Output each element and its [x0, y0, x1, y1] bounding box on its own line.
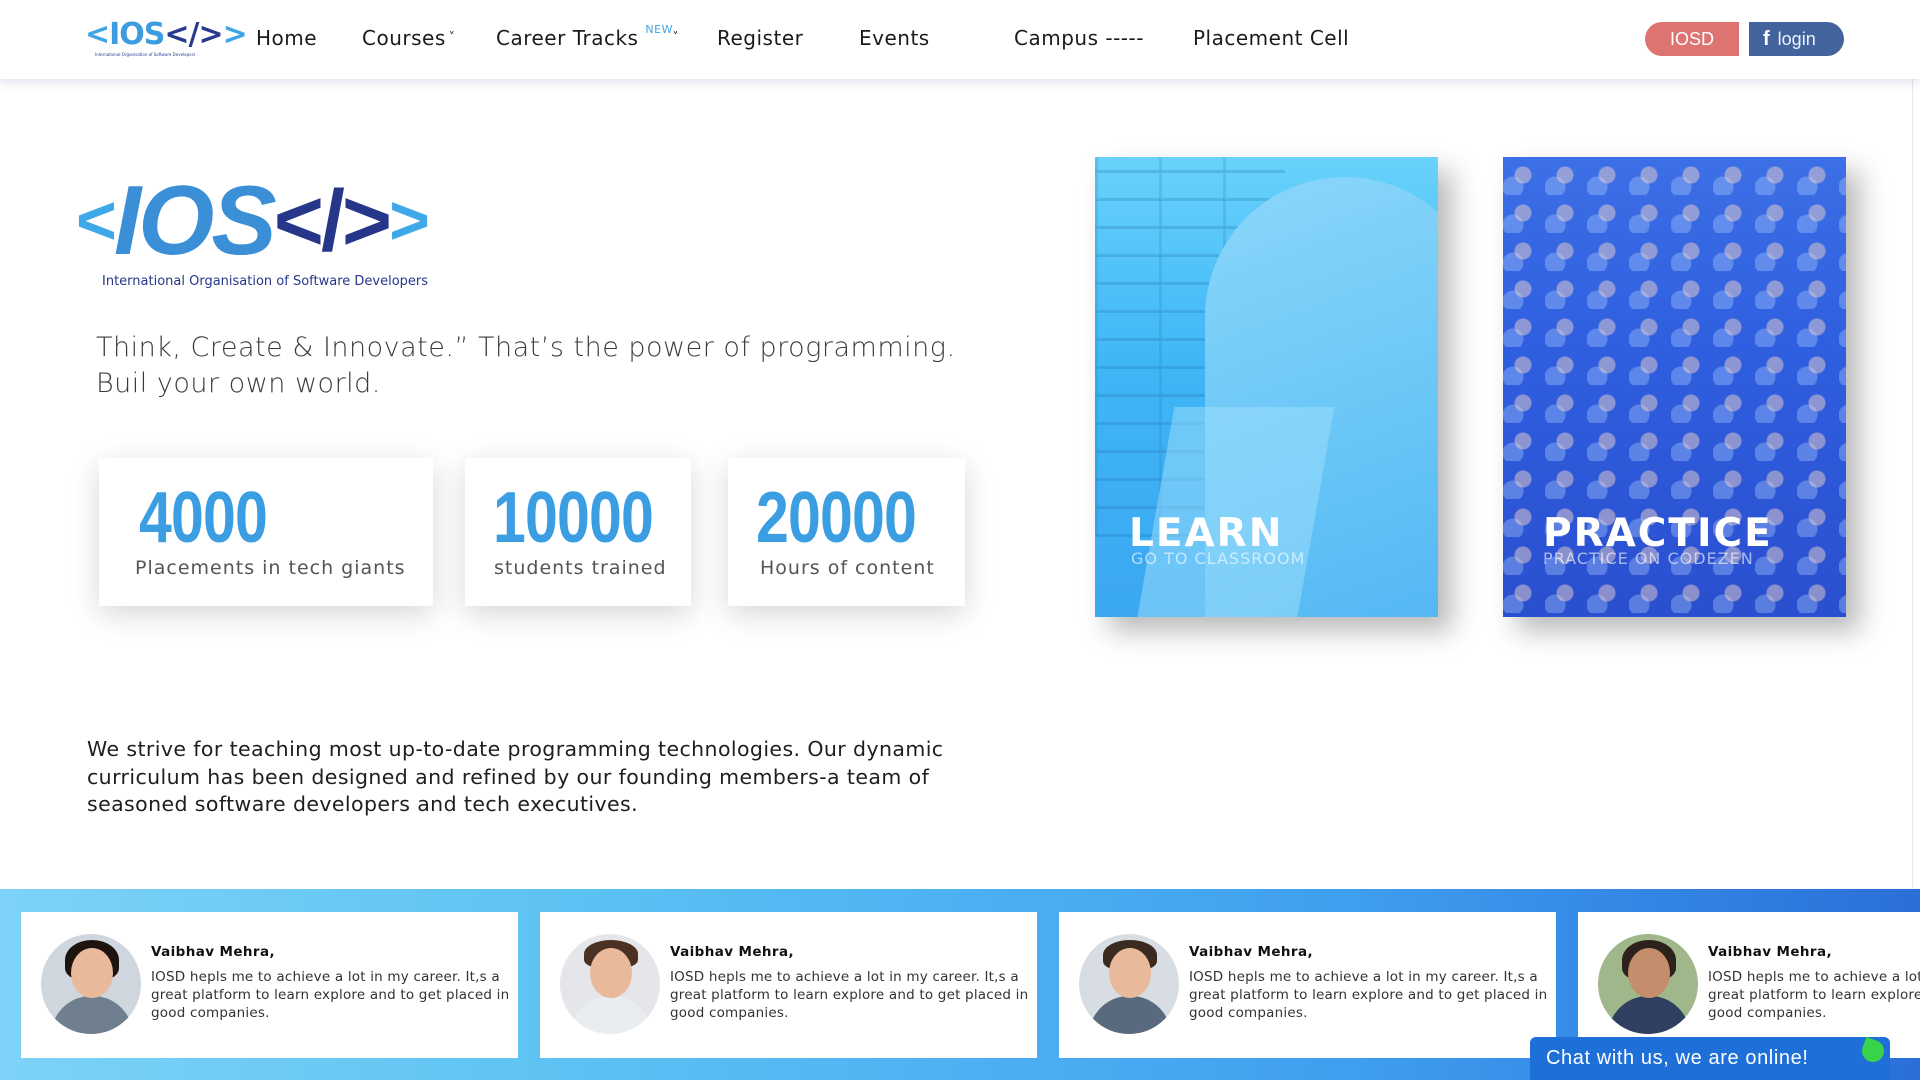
nav-placement-cell-label: Placement Cell: [1193, 26, 1350, 50]
testimonial-card: Vaibhav Mehra, IOSD hepls me to achieve …: [1059, 912, 1556, 1058]
nav-courses[interactable]: Courses ˅: [362, 26, 455, 50]
testimonial-text: IOSD hepls me to achieve a lot in my car…: [1708, 969, 1920, 1021]
testimonial-card: Vaibhav Mehra, IOSD hepls me to achieve …: [21, 912, 518, 1058]
new-badge: NEW: [645, 23, 673, 36]
nav-courses-label: Courses: [362, 26, 446, 50]
hero-headline-line2: Buil your own world.: [96, 368, 381, 399]
avatar: [1079, 934, 1179, 1034]
testimonial-text: IOSD hepls me to achieve a lot in my car…: [151, 969, 510, 1021]
nav-campus-label: Campus -----: [1014, 26, 1144, 50]
avatar: [1598, 934, 1698, 1034]
stat-number: 4000: [139, 478, 268, 558]
stat-card-placements: 4000 Placements in tech giants: [99, 458, 433, 606]
hero-logo: <IOS</>> International Organisation of S…: [76, 170, 466, 300]
hero-logo-right: >: [389, 181, 430, 259]
avatar: [560, 934, 660, 1034]
learn-card[interactable]: LEARN GO TO CLASSROOM: [1095, 157, 1438, 617]
stat-number: 20000: [756, 478, 917, 558]
learn-subtitle: GO TO CLASSROOM: [1131, 549, 1306, 568]
facebook-login-button[interactable]: f login: [1749, 22, 1844, 56]
nav-logo-ios: IOS: [109, 17, 165, 52]
testimonial-name: Vaibhav Mehra,: [151, 944, 276, 960]
nav-placement-cell[interactable]: Placement Cell: [1193, 26, 1349, 50]
stat-card-hours: 20000 Hours of content: [728, 458, 965, 606]
nav-register-label: Register: [717, 26, 804, 50]
testimonial-text: IOSD hepls me to achieve a lot in my car…: [670, 969, 1029, 1021]
stat-number: 10000: [493, 478, 654, 558]
avatar: [41, 934, 141, 1034]
nav-events-label: Events: [859, 26, 930, 50]
hero-logo-tagline: International Organisation of Software D…: [102, 274, 429, 289]
hero-logo-left: <: [76, 181, 117, 259]
hero-headline: Think, Create & Innovate.” That’s the po…: [96, 330, 996, 402]
nav-career-tracks-label: Career Tracks: [496, 26, 639, 50]
testimonial-card: Vaibhav Mehra, IOSD hepls me to achieve …: [540, 912, 1037, 1058]
hero-logo-ios: IOS: [113, 165, 277, 275]
stat-card-students: 10000 students trained: [465, 458, 691, 606]
iosd-button[interactable]: IOSD: [1645, 22, 1739, 56]
testimonial-name: Vaibhav Mehra,: [1708, 944, 1833, 960]
testimonial-text: IOSD hepls me to achieve a lot in my car…: [1189, 969, 1548, 1021]
nav-logo-right: >: [222, 17, 248, 52]
nav-career-tracks[interactable]: Career Tracks NEW ˅: [496, 23, 683, 50]
nav-logo[interactable]: <IOS</>> International Organisation of S…: [85, 17, 248, 62]
testimonial-name: Vaibhav Mehra,: [1189, 944, 1314, 960]
nav-events[interactable]: Events: [859, 26, 930, 50]
nav-logo-code: </>: [164, 17, 223, 52]
login-label: login: [1777, 29, 1816, 49]
practice-card[interactable]: PRACTICE PRACTICE ON CODEZEN: [1503, 157, 1846, 617]
hero-logo-mark: <IOS</>>: [76, 170, 466, 271]
stat-label: Hours of content: [760, 557, 935, 579]
hero-logo-code: </>: [273, 173, 392, 269]
nav-home[interactable]: Home: [256, 26, 317, 50]
top-navbar: <IOS</>> International Organisation of S…: [0, 0, 1920, 79]
practice-subtitle: PRACTICE ON CODEZEN: [1543, 549, 1754, 568]
hero-headline-line1: Think, Create & Innovate.” That’s the po…: [96, 332, 956, 363]
page-edge-divider: [1912, 0, 1913, 890]
stat-label: students trained: [494, 557, 667, 579]
nav-campus[interactable]: Campus -----: [1014, 26, 1144, 50]
live-chat-button[interactable]: Chat with us, we are online!: [1530, 1037, 1890, 1080]
nav-register[interactable]: Register: [717, 26, 803, 50]
about-description: We strive for teaching most up-to-date p…: [87, 737, 944, 816]
nav-logo-mark: <IOS</>>: [85, 17, 248, 52]
testimonial-name: Vaibhav Mehra,: [670, 944, 795, 960]
nav-logo-left: <: [85, 17, 110, 52]
chevron-down-icon: ˅: [448, 30, 456, 44]
stat-label: Placements in tech giants: [135, 557, 406, 579]
nav-home-label: Home: [256, 26, 318, 50]
nav-logo-tagline: International Organisation of Software D…: [95, 52, 196, 57]
chevron-down-icon: ˅: [672, 30, 679, 44]
facebook-icon: f: [1763, 28, 1770, 50]
